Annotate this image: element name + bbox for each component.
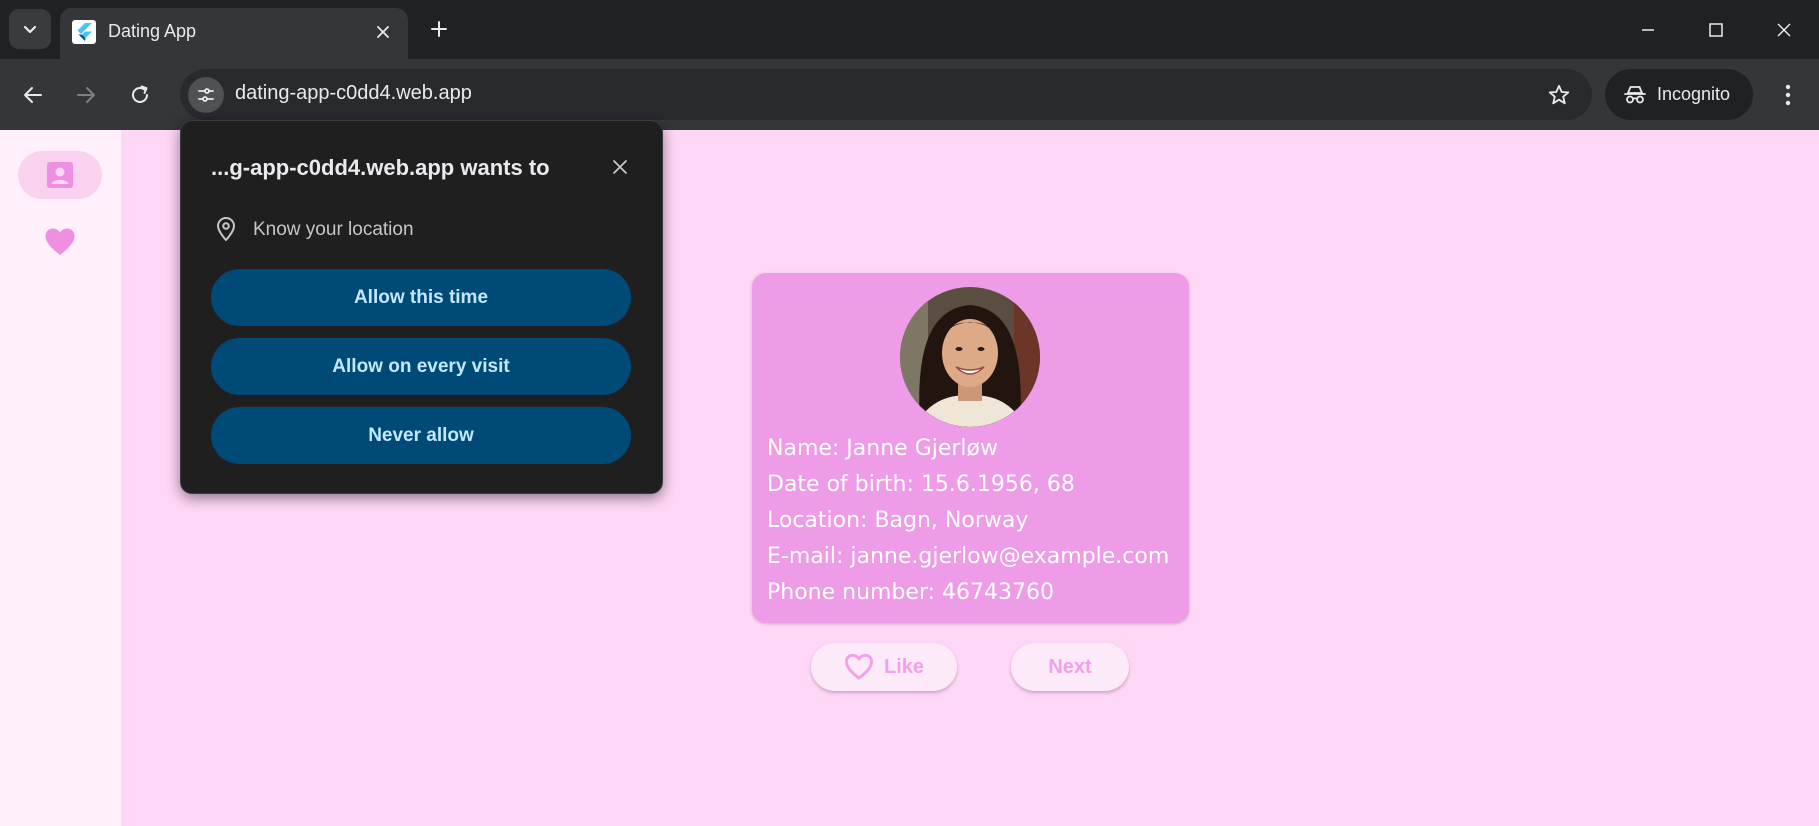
new-tab-button[interactable] bbox=[423, 13, 455, 45]
profile-details: Name: Janne Gjerløw Date of birth: 15.6.… bbox=[767, 431, 1169, 611]
chevron-down-icon bbox=[23, 25, 37, 34]
maximize-icon bbox=[1709, 22, 1723, 37]
permission-title: ...g-app-c0dd4.web.app wants to bbox=[211, 155, 550, 180]
arrow-left-icon bbox=[24, 87, 42, 103]
plus-icon bbox=[431, 21, 447, 37]
close-icon bbox=[1777, 22, 1791, 37]
navigation-rail bbox=[0, 130, 121, 826]
site-info-button[interactable] bbox=[188, 77, 224, 113]
reload-icon bbox=[132, 85, 148, 103]
allow-every-visit-button[interactable]: Allow on every visit bbox=[211, 338, 631, 395]
tab-close-button[interactable] bbox=[370, 19, 396, 45]
profile-email: E-mail: janne.gjerlow@example.com bbox=[767, 544, 1170, 569]
permission-close-button[interactable] bbox=[606, 153, 634, 181]
rail-item-profiles[interactable] bbox=[18, 151, 102, 199]
like-label: Like bbox=[883, 655, 925, 678]
browser-menu-button[interactable] bbox=[1771, 76, 1805, 114]
forward-button[interactable] bbox=[67, 76, 105, 114]
heart-outline-icon bbox=[844, 653, 873, 680]
flutter-favicon-icon bbox=[72, 20, 96, 44]
location-permission-dialog: ...g-app-c0dd4.web.app wants to Know you… bbox=[180, 120, 663, 494]
close-icon bbox=[377, 26, 389, 38]
bookmark-button[interactable] bbox=[1544, 80, 1574, 110]
next-button[interactable]: Next bbox=[1011, 643, 1129, 691]
profile-card: Name: Janne Gjerløw Date of birth: 15.6.… bbox=[752, 273, 1189, 623]
rail-item-liked[interactable] bbox=[38, 220, 82, 264]
maximize-button[interactable] bbox=[1682, 0, 1750, 59]
person-card-icon bbox=[47, 162, 73, 188]
profile-phone: Phone number: 46743760 bbox=[767, 580, 1054, 605]
incognito-icon bbox=[1624, 85, 1646, 103]
tab-strip: Dating App bbox=[0, 0, 1819, 59]
never-allow-button[interactable]: Never allow bbox=[211, 407, 631, 464]
minimize-button[interactable] bbox=[1614, 0, 1682, 59]
location-pin-icon bbox=[217, 217, 235, 241]
reload-button[interactable] bbox=[121, 76, 159, 114]
star-icon bbox=[1548, 84, 1570, 105]
tab-search-button[interactable] bbox=[9, 9, 51, 49]
tune-icon bbox=[198, 88, 214, 102]
heart-icon bbox=[45, 228, 75, 255]
profile-dob: Date of birth: 15.6.1956, 68 bbox=[767, 472, 1075, 497]
close-window-button[interactable] bbox=[1750, 0, 1818, 59]
back-button[interactable] bbox=[14, 76, 52, 114]
url-text: dating-app-c0dd4.web.app bbox=[235, 82, 472, 104]
profile-name: Name: Janne Gjerløw bbox=[767, 436, 998, 461]
permission-request-text: Know your location bbox=[253, 219, 414, 240]
profile-location: Location: Bagn, Norway bbox=[767, 508, 1029, 533]
minimize-icon bbox=[1642, 28, 1654, 31]
incognito-label: Incognito bbox=[1657, 84, 1731, 104]
address-bar[interactable]: dating-app-c0dd4.web.app bbox=[180, 69, 1592, 120]
allow-this-time-button[interactable]: Allow this time bbox=[211, 269, 631, 326]
arrow-right-icon bbox=[77, 87, 95, 103]
tab-dating-app[interactable]: Dating App bbox=[60, 8, 408, 59]
tab-title: Dating App bbox=[108, 21, 197, 41]
close-icon bbox=[613, 160, 627, 174]
like-button[interactable]: Like bbox=[811, 643, 957, 691]
more-vert-icon bbox=[1785, 84, 1791, 106]
next-label: Next bbox=[1048, 655, 1092, 678]
profile-avatar bbox=[900, 287, 1040, 427]
incognito-indicator[interactable]: Incognito bbox=[1605, 69, 1753, 120]
